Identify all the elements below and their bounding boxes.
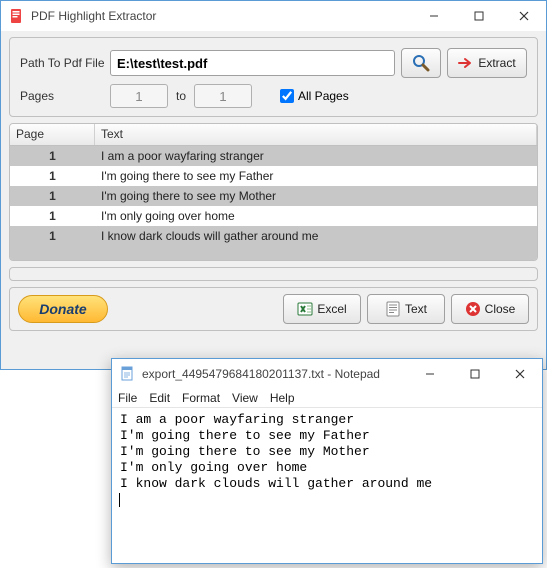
- table-row[interactable]: 1I'm going there to see my Father: [10, 166, 537, 186]
- cell-page: 1: [10, 149, 95, 163]
- app-icon: [9, 8, 25, 24]
- page-to-input[interactable]: [194, 84, 252, 108]
- excel-button[interactable]: Excel: [283, 294, 361, 324]
- table-row[interactable]: 1I'm going there to see my Mother: [10, 186, 537, 206]
- pages-label: Pages: [20, 89, 110, 103]
- minimize-button[interactable]: [411, 1, 456, 31]
- notepad-text-area[interactable]: I am a poor wayfaring stranger I'm going…: [112, 407, 542, 512]
- notepad-close-button[interactable]: [497, 359, 542, 389]
- notepad-menu: File Edit Format View Help: [112, 389, 542, 407]
- path-label: Path To Pdf File: [20, 56, 110, 70]
- cell-page: 1: [10, 169, 95, 183]
- menu-help[interactable]: Help: [270, 391, 295, 405]
- cell-page: 1: [10, 189, 95, 203]
- close-label: Close: [485, 302, 516, 316]
- extract-button[interactable]: Extract: [447, 48, 527, 78]
- maximize-button[interactable]: [456, 1, 501, 31]
- main-window: PDF Highlight Extractor Path To Pdf File…: [0, 0, 547, 370]
- table-row[interactable]: 1I know dark clouds will gather around m…: [10, 226, 537, 246]
- donate-label: Donate: [39, 301, 86, 317]
- notepad-titlebar: export_4495479684180201137.txt - Notepad: [112, 359, 542, 389]
- spacer-panel: [9, 267, 538, 281]
- to-label: to: [176, 89, 186, 103]
- cell-text: I'm going there to see my Mother: [95, 189, 537, 203]
- menu-view[interactable]: View: [232, 391, 258, 405]
- th-text[interactable]: Text: [95, 124, 537, 145]
- cell-text: I know dark clouds will gather around me: [95, 229, 537, 243]
- notepad-title: export_4495479684180201137.txt - Notepad: [142, 367, 407, 381]
- window-controls: [411, 1, 546, 31]
- notepad-window: export_4495479684180201137.txt - Notepad…: [111, 358, 543, 564]
- menu-format[interactable]: Format: [182, 391, 220, 405]
- notepad-maximize-button[interactable]: [452, 359, 497, 389]
- path-input[interactable]: [110, 50, 395, 76]
- arrow-right-icon: [458, 57, 474, 69]
- window-title: PDF Highlight Extractor: [31, 9, 411, 23]
- cell-text: I'm only going over home: [95, 209, 537, 223]
- table-body: 1I am a poor wayfaring stranger1I'm goin…: [10, 146, 537, 246]
- excel-label: Excel: [317, 302, 346, 316]
- table-row-empty: [10, 246, 537, 261]
- table-row[interactable]: 1I am a poor wayfaring stranger: [10, 146, 537, 166]
- donate-button[interactable]: Donate: [18, 295, 108, 323]
- cell-page: 1: [10, 229, 95, 243]
- form-panel: Path To Pdf File Extract Pages to All Pa…: [9, 37, 538, 117]
- results-table: Page Text 1I am a poor wayfaring strange…: [9, 123, 538, 261]
- close-window-button[interactable]: [501, 1, 546, 31]
- text-label: Text: [405, 302, 427, 316]
- excel-icon: [297, 301, 313, 317]
- all-pages-check-input[interactable]: [280, 89, 294, 103]
- close-button[interactable]: Close: [451, 294, 529, 324]
- text-caret: [119, 493, 120, 507]
- table-row[interactable]: 1I'm only going over home: [10, 206, 537, 226]
- extract-label: Extract: [478, 56, 515, 70]
- notepad-minimize-button[interactable]: [407, 359, 452, 389]
- menu-edit[interactable]: Edit: [149, 391, 170, 405]
- browse-button[interactable]: [401, 48, 441, 78]
- titlebar: PDF Highlight Extractor: [1, 1, 546, 31]
- cell-page: 1: [10, 209, 95, 223]
- menu-file[interactable]: File: [118, 391, 137, 405]
- th-page[interactable]: Page: [10, 124, 95, 145]
- notepad-window-controls: [407, 359, 542, 389]
- all-pages-checkbox[interactable]: All Pages: [280, 89, 349, 103]
- cell-text: I am a poor wayfaring stranger: [95, 149, 537, 163]
- cell-text: I'm going there to see my Father: [95, 169, 537, 183]
- search-icon: [412, 54, 430, 72]
- page-from-input[interactable]: [110, 84, 168, 108]
- footer-panel: Donate Excel Text Close: [9, 287, 538, 331]
- text-file-icon: [385, 301, 401, 317]
- notepad-icon: [120, 366, 136, 382]
- text-button[interactable]: Text: [367, 294, 445, 324]
- table-header: Page Text: [10, 124, 537, 146]
- close-icon: [465, 301, 481, 317]
- all-pages-label: All Pages: [298, 89, 349, 103]
